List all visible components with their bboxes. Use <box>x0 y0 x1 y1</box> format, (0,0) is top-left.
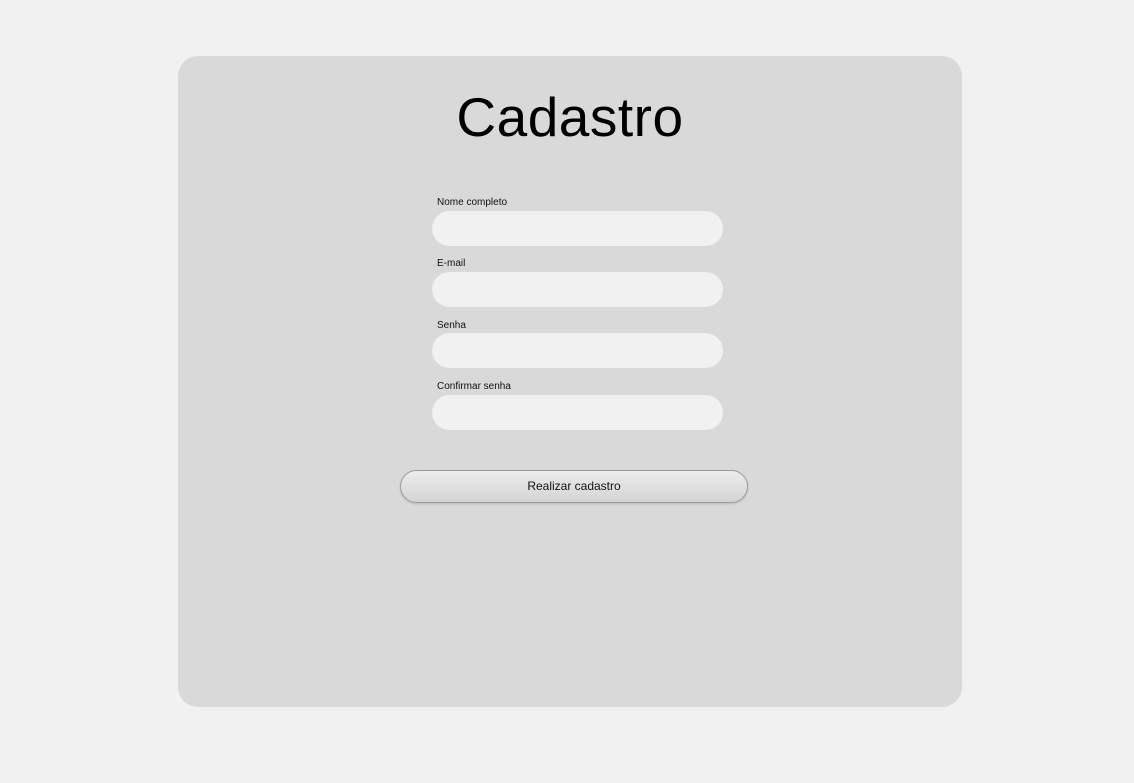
page-title: Cadastro <box>456 86 684 148</box>
full-name-input[interactable] <box>432 211 723 246</box>
signup-card: Cadastro Nome completo E-mail Senha Conf… <box>178 56 962 707</box>
password-input[interactable] <box>432 333 723 368</box>
confirm-password-input[interactable] <box>432 395 723 430</box>
email-input[interactable] <box>432 272 723 307</box>
password-label: Senha <box>437 320 466 331</box>
email-label: E-mail <box>437 258 466 269</box>
full-name-label: Nome completo <box>437 197 508 208</box>
register-button[interactable]: Realizar cadastro <box>400 470 748 503</box>
confirm-password-label: Confirmar senha <box>437 381 511 392</box>
